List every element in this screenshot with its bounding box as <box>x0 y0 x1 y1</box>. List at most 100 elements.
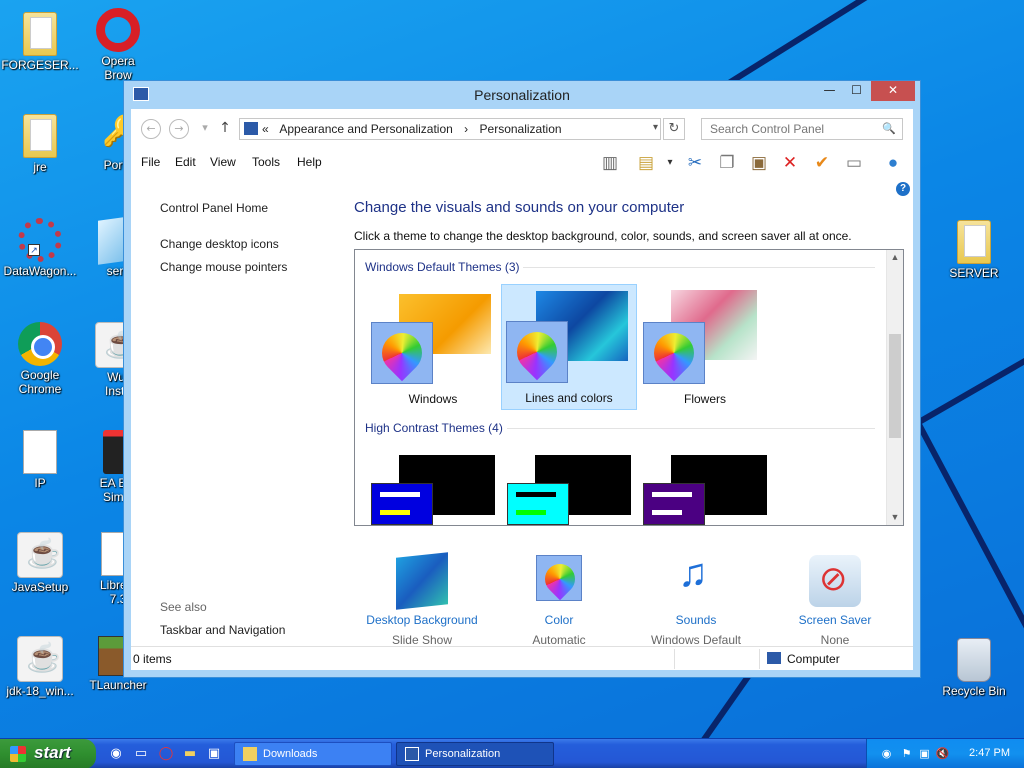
divider <box>674 649 675 669</box>
title-bar[interactable]: Personalization — ☐ ✕ <box>124 81 920 109</box>
help-icon[interactable]: ? <box>896 182 910 196</box>
cut-icon[interactable]: ✂ <box>683 152 707 174</box>
minimize-button[interactable]: — <box>816 81 843 101</box>
opera-quicklaunch-icon[interactable]: ◯ <box>158 746 174 762</box>
menu-file[interactable]: File <box>141 155 160 169</box>
tray-icon[interactable]: ◉ <box>879 746 894 761</box>
delete-icon[interactable]: ✕ <box>778 152 802 174</box>
theme-settings-bar: Desktop Background Slide Show Color Auto… <box>354 551 914 655</box>
preview-pane-icon[interactable]: ▥ <box>598 152 622 174</box>
control-panel-home-link[interactable]: Control Panel Home <box>160 201 268 215</box>
system-tray: ◉ ⚑ ▣ 🔇 2:47 PM <box>866 739 1024 768</box>
breadcrumb-separator[interactable]: › <box>464 122 468 136</box>
theme-high-contrast-2[interactable] <box>505 455 635 525</box>
breadcrumb-overflow[interactable]: « <box>262 122 269 136</box>
paste-icon[interactable]: ▣ <box>747 152 771 174</box>
desktop-icon-opera[interactable]: Opera Brow <box>78 8 158 82</box>
desktop-icon-server[interactable]: SERVER <box>934 216 1014 280</box>
folder-icon <box>243 747 257 761</box>
desktop-background-link[interactable]: Desktop Background <box>354 613 490 627</box>
folder-icon <box>957 220 991 264</box>
chevron-down-icon[interactable]: ▾ <box>658 152 682 174</box>
desktop-background-setting[interactable]: Desktop Background Slide Show <box>354 552 490 647</box>
screen-saver-setting[interactable]: Screen Saver None <box>767 555 903 647</box>
close-button[interactable]: ✕ <box>871 81 915 101</box>
clock[interactable]: 2:47 PM <box>969 747 1010 759</box>
divider <box>523 267 875 268</box>
volume-icon[interactable]: 🔇 <box>935 746 950 761</box>
hc-bar <box>380 510 410 515</box>
desktop-icon-javasetup[interactable]: JavaSetup <box>0 532 80 594</box>
tray-icon[interactable]: ▣ <box>917 746 932 761</box>
desktop-icon-recycle-bin[interactable]: Recycle Bin <box>934 638 1014 698</box>
check-icon[interactable]: ✔ <box>810 152 834 174</box>
recent-pages-button[interactable]: ▾ <box>195 119 215 139</box>
theme-high-contrast-1[interactable] <box>369 455 499 525</box>
screen-saver-link[interactable]: Screen Saver <box>767 613 903 627</box>
globe-icon[interactable]: ● <box>881 152 905 174</box>
change-mouse-pointers-link[interactable]: Change mouse pointers <box>160 260 287 274</box>
sounds-link[interactable]: Sounds <box>628 613 764 627</box>
folder-quicklaunch-icon[interactable]: ▬ <box>182 746 198 762</box>
forward-button[interactable]: → <box>169 119 189 139</box>
themes-scrollbar[interactable]: ▲ ▼ <box>886 250 903 525</box>
taskbar-downloads[interactable]: Downloads <box>234 742 392 766</box>
scroll-thumb[interactable] <box>889 334 901 438</box>
folder-options-icon[interactable]: ▤ <box>634 152 658 174</box>
desktop-icon-chrome[interactable]: Google Chrome <box>0 322 80 396</box>
recycle-bin-icon <box>957 638 991 682</box>
theme-lines-and-colors[interactable]: Lines and colors <box>501 284 637 410</box>
desktop-background-icon <box>396 552 448 610</box>
maximize-button[interactable]: ☐ <box>843 81 870 101</box>
menu-edit[interactable]: Edit <box>175 155 196 169</box>
menu-view[interactable]: View <box>210 155 236 169</box>
windows-logo-icon <box>10 746 26 762</box>
search-placeholder: Search Control Panel <box>710 122 825 136</box>
monitor-quicklaunch-icon[interactable]: ▭ <box>133 746 149 762</box>
network-quicklaunch-icon[interactable]: ▣ <box>206 746 222 762</box>
color-setting[interactable]: Color Automatic <box>491 555 627 647</box>
scroll-down-icon[interactable]: ▼ <box>887 512 903 522</box>
control-panel-icon <box>244 122 258 135</box>
chevron-down-icon[interactable]: ▾ <box>653 122 658 133</box>
properties-icon[interactable]: ▭ <box>842 152 866 174</box>
menu-help[interactable]: Help <box>297 155 322 169</box>
theme-windows[interactable]: Windows <box>365 284 501 410</box>
desktop-background-value: Slide Show <box>391 633 453 647</box>
desktop-icon-jre[interactable]: jre <box>0 110 80 174</box>
address-bar[interactable]: « Appearance and Personalization › Perso… <box>239 118 661 140</box>
divider <box>759 649 760 669</box>
menu-tools[interactable]: Tools <box>252 155 280 169</box>
desktop-icon-datawagon[interactable]: ↗ DataWagon... <box>0 218 80 278</box>
theme-name: Flowers <box>683 392 726 406</box>
search-input[interactable]: Search Control Panel 🔍 <box>701 118 903 140</box>
color-palette-icon <box>371 322 433 384</box>
sounds-icon <box>670 551 722 607</box>
color-palette-icon <box>506 321 568 383</box>
desktop-icon-ip[interactable]: IP <box>0 430 80 490</box>
up-button[interactable]: ↑ <box>215 119 235 139</box>
refresh-button[interactable]: ↻ <box>663 118 685 140</box>
desktop-icon-jdk[interactable]: jdk-18_win... <box>0 636 80 698</box>
control-panel-icon <box>405 747 419 761</box>
start-label: start <box>34 743 71 762</box>
chrome-quicklaunch-icon[interactable]: ◉ <box>108 746 124 762</box>
color-palette-icon <box>643 322 705 384</box>
desktop-icon-forgeser[interactable]: FORGESER... <box>0 8 80 72</box>
tray-icon[interactable]: ⚑ <box>899 746 914 761</box>
copy-icon[interactable]: ❐ <box>715 152 739 174</box>
task-label: Personalization <box>425 748 501 760</box>
color-link[interactable]: Color <box>491 613 627 627</box>
back-button[interactable]: ← <box>141 119 161 139</box>
folder-icon <box>23 12 57 56</box>
scroll-up-icon[interactable]: ▲ <box>887 252 903 262</box>
taskbar-personalization[interactable]: Personalization <box>396 742 554 766</box>
theme-high-contrast-3[interactable] <box>641 455 771 525</box>
start-button[interactable]: start <box>0 739 96 768</box>
breadcrumb-appearance[interactable]: Appearance and Personalization <box>279 122 452 136</box>
change-desktop-icons-link[interactable]: Change desktop icons <box>160 237 279 251</box>
sounds-setting[interactable]: Sounds Windows Default <box>628 551 764 647</box>
taskbar-and-navigation-link[interactable]: Taskbar and Navigation <box>160 623 285 637</box>
theme-flowers[interactable]: Flowers <box>637 284 773 410</box>
breadcrumb-personalization[interactable]: Personalization <box>480 122 562 136</box>
